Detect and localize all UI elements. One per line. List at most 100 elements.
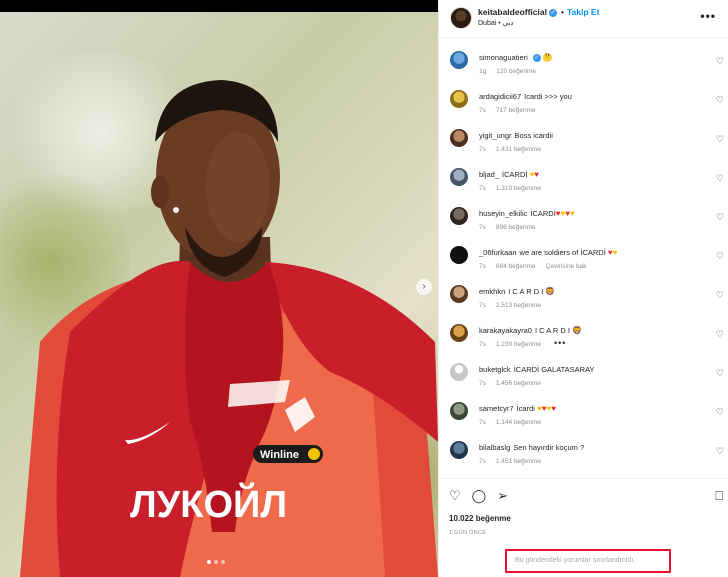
post-sidebar: keitabaldeofficial ✓ • Takip Et Dubai • دب… (438, 0, 728, 577)
comment-likes[interactable]: 717 beğenme (496, 107, 536, 114)
commenter-avatar[interactable] (450, 129, 468, 147)
comment-time: 7s (479, 341, 486, 348)
comment-username[interactable]: huseyin_elkilic (479, 209, 527, 218)
commenter-avatar[interactable] (450, 441, 468, 459)
comment-username[interactable]: bilalbaslg (479, 443, 510, 452)
comment-item: ardagidicii67 Icardi >>> you 7s 717 beğenm… (439, 81, 728, 120)
like-comment-heart-icon[interactable]: ♡ (716, 56, 724, 67)
comment-text: I C A R D I (508, 287, 544, 296)
comment-time: 1g (479, 68, 487, 75)
comment-likes[interactable]: 120 beğenme (496, 68, 536, 75)
shirt-text: ЛУКОЙЛ (130, 481, 287, 526)
comments-list: simonaguatieri ✓ 🤔 1g 120 beğenme ♡ ardagi… (439, 42, 728, 471)
comment-item: _06furkaan we are soldiers of İCARDİ ♥♥ 7… (439, 237, 728, 276)
carousel-dots (207, 560, 225, 564)
comment-text: Icardi >>> you (524, 92, 572, 101)
commenter-avatar[interactable] (450, 285, 468, 303)
post-actions: ♡ ◯ ➢ ⎕ 10.022 beğenme 1 GÜN ÖNCE Bu gön… (439, 478, 728, 577)
comment-username[interactable]: _06furkaan (479, 248, 517, 257)
like-comment-heart-icon[interactable]: ♡ (716, 446, 724, 457)
comment-text: Boss icardii (514, 131, 553, 140)
comments-limited-text: Bu gönderideki yorumlar sınırlandırıldı. (515, 557, 636, 564)
like-comment-heart-icon[interactable]: ♡ (716, 95, 724, 106)
comments-limited-notice: Bu gönderideki yorumlar sınırlandırıldı. (505, 549, 671, 573)
comment-likes[interactable]: 1.431 beğenme (496, 146, 541, 153)
comment-likes[interactable]: 1.239 beğenme (496, 341, 541, 348)
comment-text: İcardi (516, 404, 535, 413)
like-comment-heart-icon[interactable]: ♡ (716, 290, 724, 301)
commenter-avatar[interactable] (450, 402, 468, 420)
comment-text: I C A R D I (534, 326, 570, 335)
comment-time: 7s (479, 263, 486, 270)
comment-options-icon[interactable]: ••• (554, 338, 566, 348)
sponsor-text: Winline (260, 449, 299, 461)
like-comment-heart-icon[interactable]: ♡ (716, 407, 724, 418)
bookmark-icon[interactable]: ⎕ (715, 488, 723, 504)
post-likes-count[interactable]: 10.022 beğenme (449, 514, 511, 523)
comment-likes[interactable]: 1.319 beğenme (496, 185, 541, 192)
comment-username[interactable]: simonaguatieri (479, 53, 528, 62)
comment-time: 7s (479, 146, 486, 153)
like-comment-heart-icon[interactable]: ♡ (716, 173, 724, 184)
verified-icon: ✓ (548, 8, 557, 17)
commenter-avatar[interactable] (450, 90, 468, 108)
player-illustration: Winline ЛУКОЙЛ (20, 80, 438, 577)
comment-item: yigit_ungr Boss icardii 7s 1.431 beğenme ♡ (439, 120, 728, 159)
comment-icon[interactable]: ◯ (472, 488, 487, 504)
share-icon[interactable]: ➢ (497, 488, 508, 504)
comment-time: 7s (479, 380, 486, 387)
comment-username[interactable]: ardagidicii67 (479, 92, 521, 101)
commenter-avatar[interactable] (450, 168, 468, 186)
like-comment-heart-icon[interactable]: ♡ (716, 134, 724, 145)
comment-text: İCARDİ (530, 209, 556, 218)
comment-text: Sen hayırdir koçum ? (513, 443, 585, 452)
comment-likes[interactable]: 1.144 beğenme (496, 419, 541, 426)
more-options-icon[interactable]: ••• (700, 9, 716, 23)
thinking-emoji-icon: 🤔 (542, 53, 553, 62)
post-time: 1 GÜN ÖNCE (449, 530, 487, 536)
comment-likes[interactable]: 1.456 beğenme (496, 380, 541, 387)
post-image[interactable]: Winline ЛУКОЙЛ › (0, 12, 438, 577)
like-comment-heart-icon[interactable]: ♡ (716, 329, 724, 340)
comment-time: 7s (479, 302, 486, 309)
comment-time: 7s (479, 224, 486, 231)
author-avatar[interactable] (450, 7, 472, 29)
author-username[interactable]: keitabaldeofficial (478, 7, 547, 17)
like-comment-heart-icon[interactable]: ♡ (716, 368, 724, 379)
comment-username[interactable]: emkhkn (479, 287, 505, 296)
comment-item: huseyin_elkilic İCARDİ♥♥♥♥ 7s 896 beğenme … (439, 198, 728, 237)
comment-item: bljad_ İCARDİ ♥♥ 7s 1.319 beğenme ♡ (439, 159, 728, 198)
comment-item: bilalbaslg Sen hayırdir koçum ? 7s 1.451 b… (439, 432, 728, 471)
comment-likes[interactable]: 2.513 beğenme (496, 302, 541, 309)
comment-username[interactable]: yigit_ungr (479, 131, 512, 140)
commenter-avatar[interactable] (450, 207, 468, 225)
comment-username[interactable]: karakayakayra0 (479, 326, 532, 335)
comment-username[interactable]: sametcyr7 (479, 404, 514, 413)
heart-icon[interactable]: ♡ (449, 488, 461, 504)
commenter-avatar[interactable] (450, 363, 468, 381)
yellow-heart-icon: ♥ (570, 209, 575, 218)
comment-time: 7s (479, 107, 486, 114)
comment-item: buketglck İCARDİ GALATASARAY 7s 1.456 beğe… (439, 354, 728, 393)
comment-username[interactable]: buketglck (479, 365, 511, 374)
commenter-avatar[interactable] (450, 324, 468, 342)
comment-username[interactable]: bljad_ (479, 170, 499, 179)
lion-emoji-icon: 🦁 (545, 287, 556, 296)
like-comment-heart-icon[interactable]: ♡ (716, 212, 724, 223)
follow-button[interactable]: Takip Et (567, 7, 599, 17)
like-comment-heart-icon[interactable]: ♡ (716, 251, 724, 262)
comment-likes[interactable]: 684 beğenme (496, 263, 536, 270)
comment-likes[interactable]: 1.451 beğenme (496, 458, 541, 465)
comment-time: 7s (479, 419, 486, 426)
comment-text: we are soldiers of İCARDİ (519, 248, 606, 257)
verified-icon: ✓ (532, 54, 541, 63)
see-translation-link[interactable]: Çevirisine bak (546, 263, 587, 270)
post-location[interactable]: Dubai • دبي (478, 19, 514, 27)
comment-item: emkhkn I C A R D I 🦁 7s 2.513 beğenme ♡ (439, 276, 728, 315)
commenter-avatar[interactable] (450, 51, 468, 69)
next-image-chevron-right-icon[interactable]: › (416, 279, 432, 295)
lion-emoji-icon: 🦁 (572, 326, 583, 335)
comment-text: İCARDİ (502, 170, 528, 179)
commenter-avatar[interactable] (450, 246, 468, 264)
comment-likes[interactable]: 896 beğenme (496, 224, 536, 231)
